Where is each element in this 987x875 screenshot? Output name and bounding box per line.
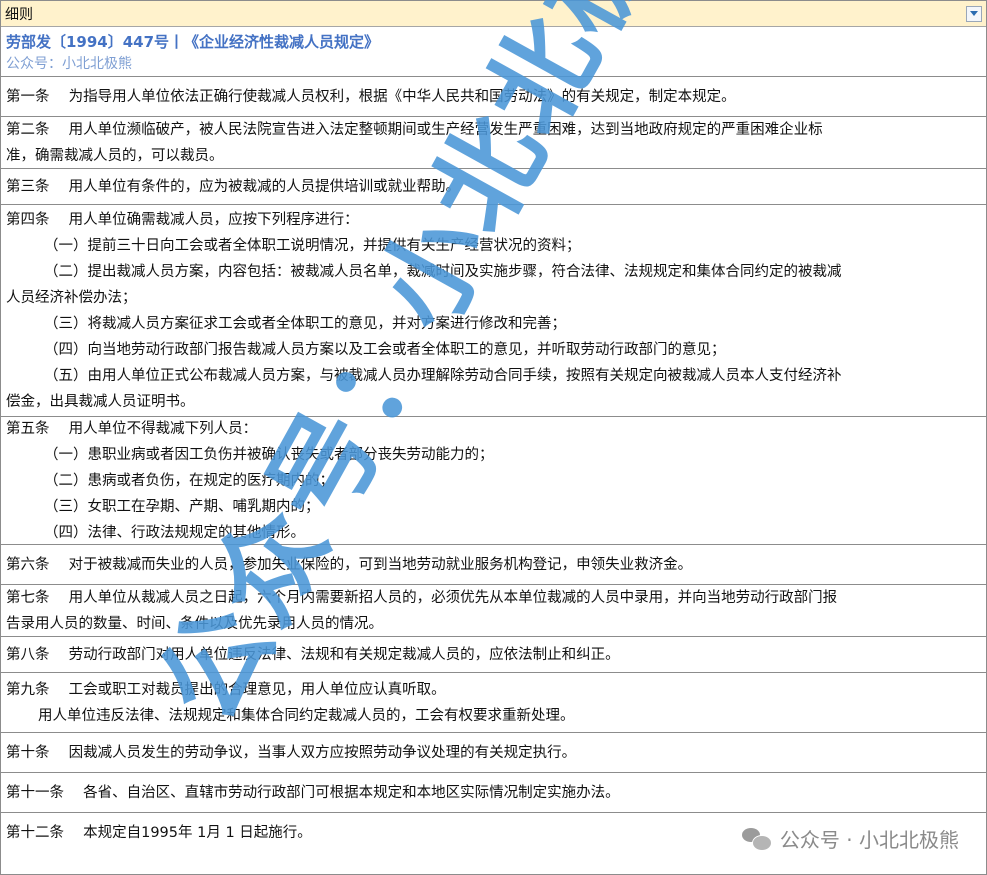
article-text: 第二条 用人单位濒临破产，被人民法院宣告进入法定整顿期间或生产经营发生严重困难，… <box>6 121 823 138</box>
article-item: （四）法律、行政法规规定的其他情形。 <box>44 524 305 541</box>
article-item: （四）向当地劳动行政部门报告裁减人员方案以及工会或者全体职工的意见，并听取劳动行… <box>44 341 726 358</box>
article-item: （一）提前三十日向工会或者全体职工说明情况，并提供有关生产经营状况的资料； <box>44 237 581 254</box>
article-text: 第十条 因裁减人员发生的劳动争议，当事人双方应按照劳动争议处理的有关规定执行。 <box>6 744 577 761</box>
article-text: 第八条 劳动行政部门对用人单位违反法律、法规和有关规定裁减人员的，应依法制止和纠… <box>6 646 620 663</box>
articles-list: 第一条 为指导用人单位依法正确行使裁减人员权利，根据《中华人民共和国劳动法》的有… <box>1 77 986 853</box>
article-text: 第六条 对于被裁减而失业的人员，参加失业保险的，可到当地劳动就业服务机构登记，申… <box>6 556 693 573</box>
article-text: 第三条 用人单位有条件的，应为被裁减的人员提供培训或就业帮助。 <box>6 178 461 195</box>
article-row: 第四条 用人单位确需裁减人员，应按下列程序进行： （一）提前三十日向工会或者全体职… <box>1 205 986 417</box>
article-row: 第一条 为指导用人单位依法正确行使裁减人员权利，根据《中华人民共和国劳动法》的有… <box>1 77 986 117</box>
article-text: 第七条 用人单位从裁减人员之日起，六个月内需要新招人员的，必须优先从本单位裁减的… <box>6 589 838 606</box>
article-row: 第八条 劳动行政部门对用人单位违反法律、法规和有关规定裁减人员的，应依法制止和纠… <box>1 637 986 673</box>
document-title-block: 劳部发〔1994〕447号丨《企业经济性裁减人员规定》 公众号：小北北极熊 <box>1 27 986 77</box>
article-row: 第二条 用人单位濒临破产，被人民法院宣告进入法定整顿期间或生产经营发生严重困难，… <box>1 117 986 169</box>
cell-label: 细则 <box>5 6 33 23</box>
wechat-icon <box>741 827 772 851</box>
document-title: 劳部发〔1994〕447号丨《企业经济性裁减人员规定》 <box>6 33 380 51</box>
article-item: 偿金，出具裁减人员证明书。 <box>6 393 195 410</box>
article-row: 第六条 对于被裁减而失业的人员，参加失业保险的，可到当地劳动就业服务机构登记，申… <box>1 545 986 585</box>
dropdown-arrow-icon[interactable] <box>966 5 982 22</box>
article-item: （二）患病或者负伤，在规定的医疗期内的； <box>44 472 334 489</box>
article-text: 告录用人员的数量、时间、条件以及优先录用人员的情况。 <box>6 615 383 632</box>
article-text: 第十一条 各省、自治区、直辖市劳动行政部门可根据本规定和本地区实际情况制定实施办… <box>6 784 620 801</box>
article-subparagraph: 用人单位违反法律、法规规定和集体合同约定裁减人员的，工会有权要求重新处理。 <box>38 707 575 724</box>
cell-header-bar: 细则 <box>1 1 986 27</box>
article-text: 第五条 用人单位不得裁减下列人员： <box>6 420 258 437</box>
article-item: （三）将裁减人员方案征求工会或者全体职工的意见，并对方案进行修改和完善； <box>44 315 566 332</box>
article-row: 第十一条 各省、自治区、直辖市劳动行政部门可根据本规定和本地区实际情况制定实施办… <box>1 773 986 813</box>
article-row: 第七条 用人单位从裁减人员之日起，六个月内需要新招人员的，必须优先从本单位裁减的… <box>1 585 986 637</box>
article-item: （一）患职业病或者因工负伤并被确认丧失或者部分丧失劳动能力的； <box>44 446 494 463</box>
article-item: （五）由用人单位正式公布裁减人员方案，与被裁减人员办理解除劳动合同手续，按照有关… <box>44 367 842 384</box>
article-item: 人员经济补偿办法； <box>6 289 137 306</box>
article-row: 第五条 用人单位不得裁减下列人员： （一）患职业病或者因工负伤并被确认丧失或者部分… <box>1 417 986 545</box>
article-row: 第十条 因裁减人员发生的劳动争议，当事人双方应按照劳动争议处理的有关规定执行。 <box>1 733 986 773</box>
article-text: 第一条 为指导用人单位依法正确行使裁减人员权利，根据《中华人民共和国劳动法》的有… <box>6 88 736 105</box>
document-subtitle: 公众号：小北北极熊 <box>6 56 132 72</box>
sheet-cell-view: 细则 劳部发〔1994〕447号丨《企业经济性裁减人员规定》 公众号：小北北极熊… <box>0 0 987 875</box>
article-row: 第三条 用人单位有条件的，应为被裁减的人员提供培训或就业帮助。 <box>1 169 986 205</box>
article-item: （三）女职工在孕期、产期、哺乳期内的； <box>44 498 320 515</box>
article-text: 第四条 用人单位确需裁减人员，应按下列程序进行： <box>6 211 359 228</box>
article-row: 第九条 工会或职工对裁员提出的合理意见，用人单位应认真听取。用人单位违反法律、法… <box>1 673 986 733</box>
footer-watermark-text: 公众号 · 小北北极熊 <box>779 828 959 852</box>
footer-watermark: 公众号 · 小北北极熊 <box>741 824 959 853</box>
article-item: （二）提出裁减人员方案，内容包括：被裁减人员名单，裁减时间及实施步骤，符合法律、… <box>44 263 842 280</box>
article-text: 准，确需裁减人员的，可以裁员。 <box>6 147 224 164</box>
article-text: 第九条 工会或职工对裁员提出的合理意见，用人单位应认真听取。 <box>6 681 446 698</box>
